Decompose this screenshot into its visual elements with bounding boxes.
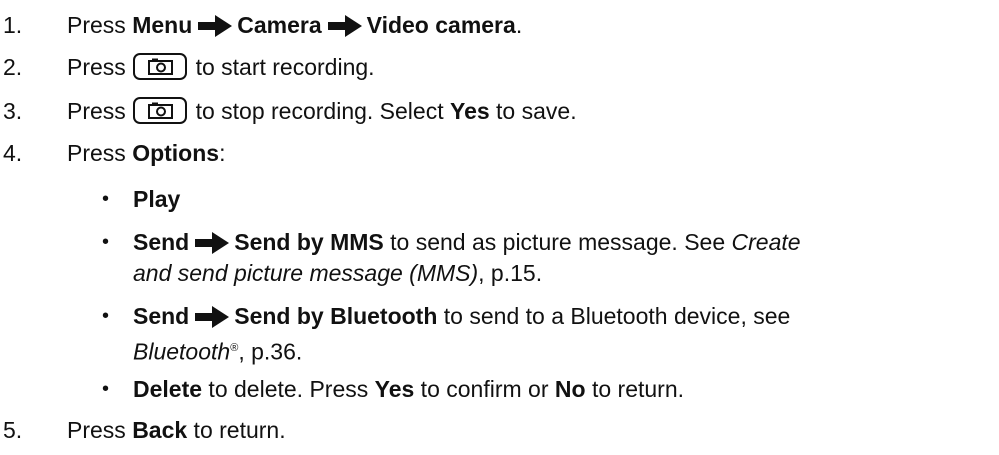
send-label: Send (133, 229, 190, 255)
bullet: • (102, 188, 110, 210)
option-description-mid: to confirm or (414, 376, 555, 402)
step-number: 3. (3, 98, 23, 124)
right-arrow-icon (197, 13, 233, 47)
step-text: Press Menu Camera Video camera. (67, 8, 522, 47)
reference-title-cont: and send picture message (MMS) (133, 260, 479, 286)
step-number: 1. (3, 12, 23, 38)
step-text: Press to stop recording. Select Yes to s… (67, 94, 577, 128)
reference-title: Create (731, 229, 801, 255)
yes-label: Yes (450, 98, 490, 124)
press-text: Press (67, 98, 133, 124)
step-instruction: to start recording. (189, 54, 375, 80)
step-instruction: to return. (187, 417, 286, 443)
colon: : (219, 140, 226, 166)
bullet: • (102, 231, 110, 253)
step-text: Press Back to return. (67, 413, 286, 447)
send-by-bluetooth-label: Send by Bluetooth (234, 303, 438, 329)
page-ref: , p.15. (478, 260, 543, 286)
option-description-end: to return. (585, 376, 685, 402)
period: . (515, 12, 523, 38)
yes-label: Yes (374, 376, 415, 402)
option-description: to send to a Bluetooth device, see (437, 303, 791, 329)
delete-label: Delete (133, 376, 203, 402)
press-text: Press (67, 54, 133, 80)
press-text: Press (67, 140, 133, 166)
back-label: Back (132, 417, 188, 443)
page-ref: , p.36. (238, 338, 303, 365)
video-camera-label: Video camera (366, 12, 516, 38)
step-number: 2. (3, 54, 23, 80)
menu-label: Menu (132, 12, 193, 38)
step-text: Press Options: (67, 136, 225, 170)
step-number: 5. (3, 417, 23, 443)
press-text: Press (67, 12, 133, 38)
option-description: to delete. Press (202, 376, 375, 402)
option-description: to send as picture message. See (383, 229, 732, 255)
no-label: No (554, 376, 586, 402)
right-arrow-icon (327, 13, 363, 47)
send-by-mms-label: Send by MMS (234, 229, 384, 255)
play-label: Play (133, 186, 181, 212)
step-text: Press to start recording. (67, 50, 375, 84)
step-number: 4. (3, 140, 23, 166)
bullet: • (102, 305, 110, 327)
options-label: Options (132, 140, 220, 166)
step-instruction-end: to save. (489, 98, 577, 124)
press-text: Press (67, 417, 133, 443)
step-instruction: to stop recording. Select (189, 98, 450, 124)
bullet: • (102, 378, 110, 400)
camera-key-icon (133, 97, 188, 124)
send-label: Send (133, 303, 190, 329)
reference-title: Bluetooth (133, 338, 231, 365)
camera-key-icon (133, 53, 188, 80)
camera-label: Camera (237, 12, 322, 38)
